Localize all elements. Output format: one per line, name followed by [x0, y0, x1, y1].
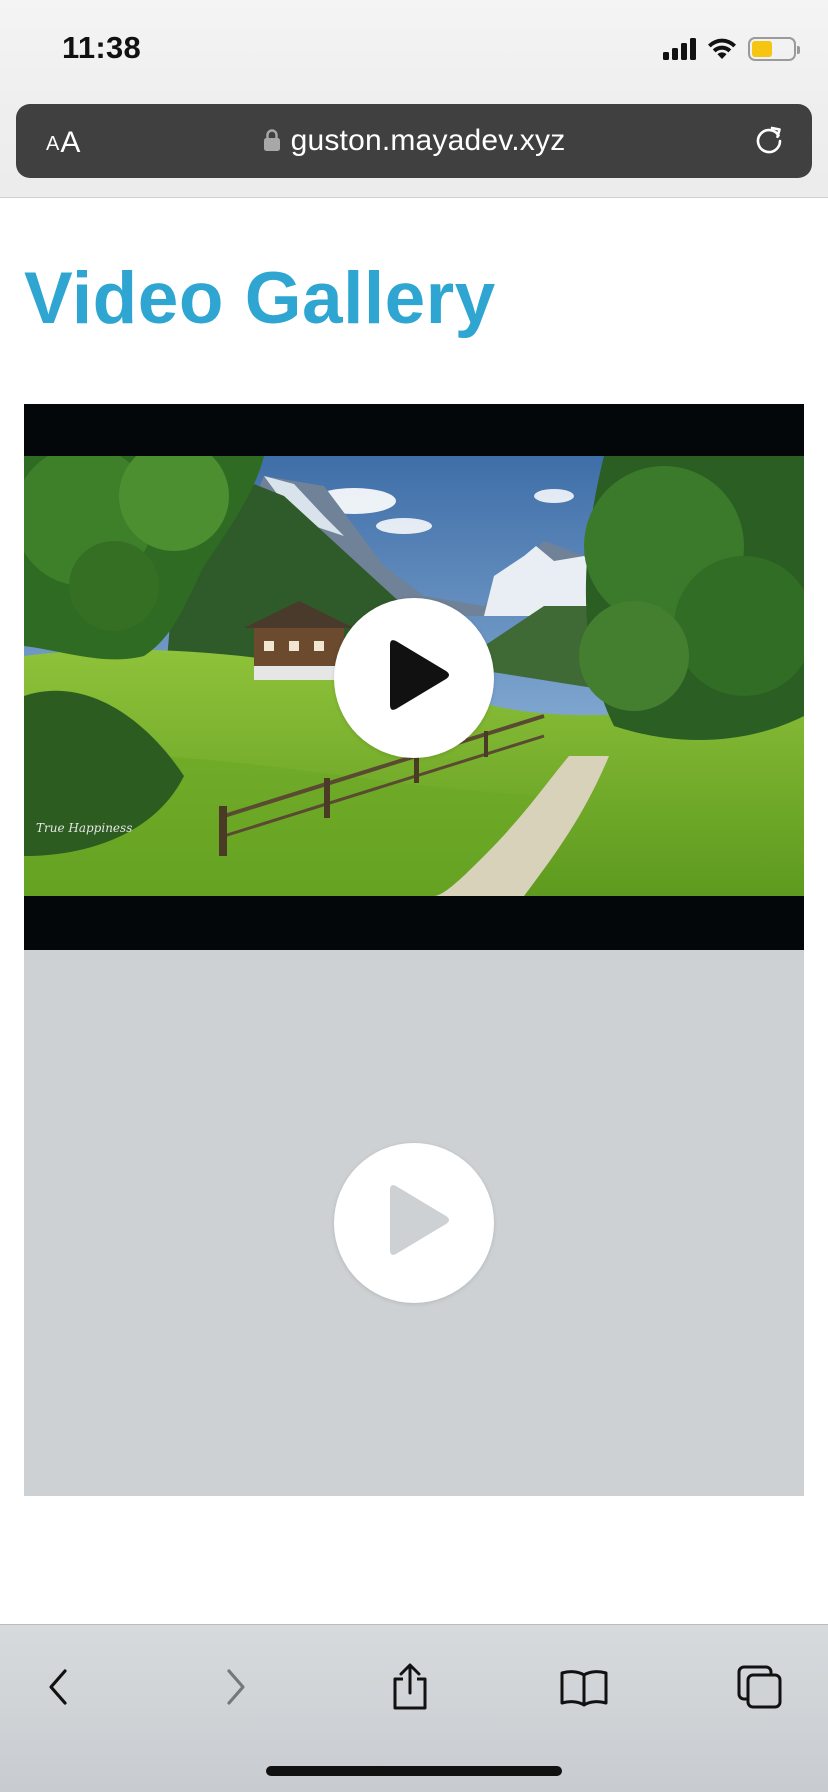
share-icon — [393, 1663, 427, 1710]
thumbnail-watermark: True Happiness — [36, 821, 132, 835]
url-text: guston.mayadev.xyz — [290, 124, 566, 157]
battery-icon — [748, 37, 800, 61]
status-icons — [663, 34, 800, 64]
wifi-icon — [708, 38, 736, 59]
play-icon — [390, 640, 449, 710]
reload-icon[interactable] — [752, 124, 786, 158]
url-display: guston.mayadev.xyz — [16, 104, 812, 178]
browser-top-chrome: 11:38 A A guston.mayadev.xyz — [0, 0, 828, 198]
browser-toolbar — [0, 1624, 828, 1792]
page-title: Video Gallery — [24, 258, 496, 339]
back-button[interactable] — [18, 1655, 98, 1719]
video-player-2[interactable] — [24, 950, 804, 1496]
home-indicator[interactable] — [266, 1766, 562, 1776]
video-player-1[interactable]: True Happiness — [24, 404, 804, 950]
share-button[interactable] — [370, 1655, 450, 1719]
forward-button[interactable] — [196, 1655, 276, 1719]
browser-screen: 11:38 A A guston.mayadev.xyz Video Galle… — [0, 0, 828, 1792]
status-time: 11:38 — [62, 30, 142, 65]
address-bar[interactable]: A A guston.mayadev.xyz — [16, 104, 812, 178]
play-button[interactable] — [334, 598, 494, 758]
tabs-button[interactable] — [720, 1655, 800, 1719]
tabs-icon — [737, 1665, 782, 1709]
battery-fill — [752, 41, 772, 57]
forward-icon — [227, 1669, 245, 1705]
lock-icon — [263, 129, 280, 151]
play-button[interactable] — [334, 1143, 494, 1303]
play-icon — [390, 1185, 449, 1255]
text-size-button[interactable]: A A — [46, 122, 80, 160]
text-size-small-label: A — [46, 133, 60, 155]
back-icon — [49, 1669, 67, 1705]
text-size-large-label: A — [60, 126, 81, 159]
cellular-signal-icon — [663, 38, 696, 60]
bookmarks-button[interactable] — [544, 1655, 624, 1719]
bookmarks-icon — [560, 1670, 608, 1707]
